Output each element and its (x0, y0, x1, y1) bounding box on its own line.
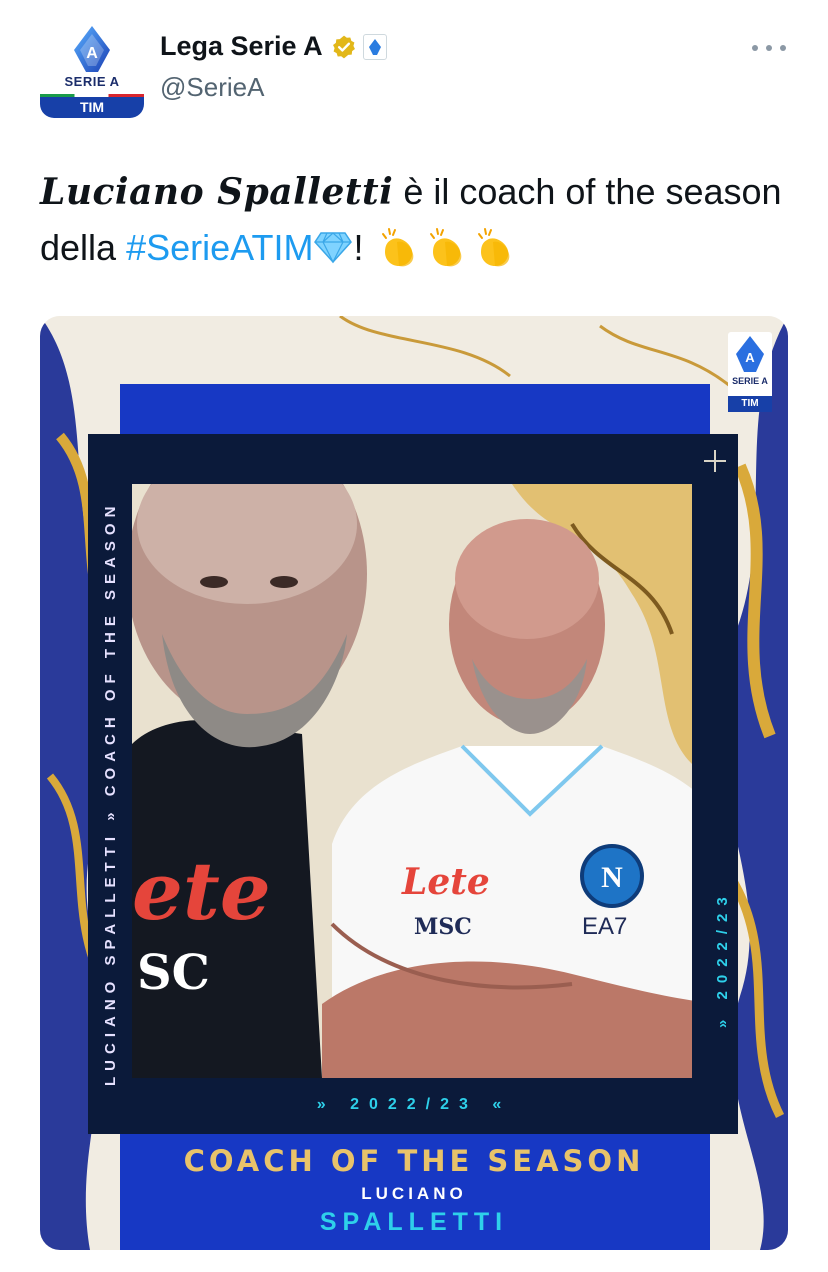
coach-illustration: ete SC Lete MSC N EA7 (132, 484, 692, 1078)
media-logo-serie-text: SERIE A (732, 376, 768, 386)
crosshair-icon (704, 450, 726, 472)
left-shirt-msc: SC (137, 945, 210, 1001)
serie-a-logo-icon: A (736, 336, 764, 372)
display-name[interactable]: Lega Serie A (160, 31, 387, 62)
coach-last-name: SPALLETTI (319, 1208, 509, 1236)
affiliate-badge-icon[interactable] (362, 33, 387, 60)
media-serie-a-logo: A SERIE A TIM (728, 332, 772, 412)
award-title: COACH OF THE SEASON (183, 1144, 645, 1178)
media-logo-tim-text: TIM (728, 396, 772, 412)
gem-stone-icon (314, 232, 353, 264)
svg-text:N: N (601, 861, 623, 894)
avatar-serie-text: SERIE A (64, 74, 120, 89)
coach-photo-area: ete SC Lete MSC N EA7 (132, 484, 692, 1078)
front-shirt-msc: MSC (414, 914, 472, 940)
display-name-text: Lega Serie A (160, 31, 323, 61)
clapping-hands-icon (430, 228, 462, 267)
more-options-button[interactable] (752, 36, 786, 60)
clapping-hands-icon (382, 228, 414, 267)
clapping-hands-icon (478, 228, 510, 267)
avatar-tim-text: TIM (40, 97, 144, 118)
left-shirt-sponsor: ete (132, 844, 271, 938)
serie-a-logo-icon: A (74, 26, 110, 72)
svg-text:A: A (745, 350, 755, 365)
svg-text:A: A (86, 45, 98, 62)
dot-icon (780, 45, 786, 51)
front-shirt-brand: EA7 (582, 913, 627, 940)
dot-icon (752, 45, 758, 51)
dot-icon (766, 45, 772, 51)
front-shirt-sponsor: Lete (401, 861, 490, 903)
tweet-text: Luciano Spalletti è il coach of the seas… (40, 164, 800, 276)
season-label: » 2022/23 « (316, 1096, 512, 1113)
hashtag-link[interactable]: #SerieATIM (126, 227, 313, 268)
vertical-caption: LUCIANO SPALLETTI » COACH OF THE SEASON (102, 500, 119, 1086)
coach-name-styled: Luciano Spalletti (40, 171, 394, 213)
vertical-season: » 2022/23 (714, 889, 731, 1028)
verified-badge-icon (332, 35, 355, 58)
coach-first-name: LUCIANO (361, 1184, 467, 1203)
user-handle[interactable]: @SerieA (160, 72, 264, 103)
tweet-media-image[interactable]: ete SC Lete MSC N EA7 LUCIANO SPALLETTI … (40, 316, 788, 1250)
tweet-text-part-2: ! (353, 227, 374, 268)
avatar[interactable]: A SERIE A TIM (40, 22, 144, 118)
